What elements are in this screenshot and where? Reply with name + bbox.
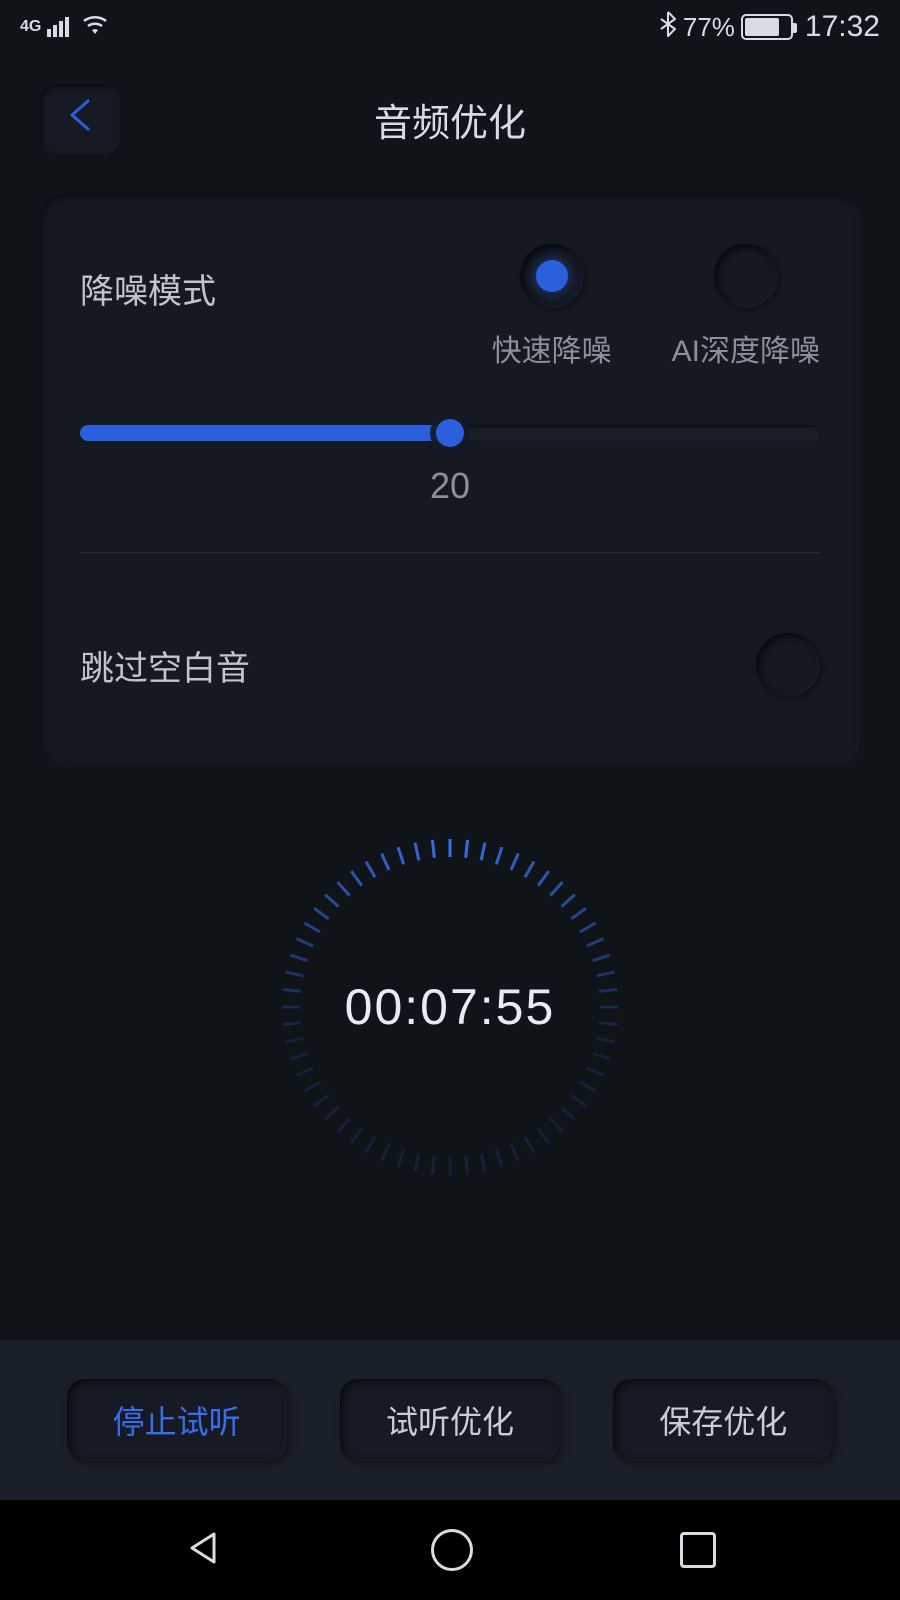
- noise-mode-radio-group: 快速降噪 AI深度降噪: [492, 244, 820, 370]
- save-optimize-button[interactable]: 保存优化: [613, 1379, 833, 1461]
- stop-preview-button[interactable]: 停止试听: [67, 1379, 287, 1461]
- wifi-icon: [81, 12, 109, 43]
- slider-thumb[interactable]: [436, 419, 464, 447]
- back-button[interactable]: [40, 84, 120, 154]
- radio-ai-denoise[interactable]: AI深度降噪: [672, 244, 820, 370]
- network-indicator: 4G: [20, 17, 69, 37]
- bluetooth-icon: [659, 10, 677, 45]
- denoise-slider[interactable]: [80, 425, 820, 441]
- radio-fast-denoise[interactable]: 快速降噪: [492, 244, 612, 370]
- noise-mode-label: 降噪模式: [80, 244, 216, 313]
- triangle-back-icon: [184, 1528, 224, 1568]
- noise-mode-row: 降噪模式 快速降噪 AI深度降噪: [80, 244, 820, 370]
- skip-silence-label: 跳过空白音: [80, 641, 250, 690]
- skip-silence-toggle[interactable]: [756, 633, 820, 697]
- nav-home-button[interactable]: [431, 1529, 473, 1571]
- app-header: 音频优化: [0, 54, 900, 194]
- radio-label: 快速降噪: [492, 326, 612, 370]
- clock-label: 17:32: [805, 10, 880, 44]
- radio-label: AI深度降噪: [672, 326, 820, 370]
- status-bar: 4G 77% 17:32: [0, 0, 900, 54]
- timer-section: 00:07:55: [0, 837, 900, 1177]
- timer-dial: 00:07:55: [280, 837, 620, 1177]
- signal-bars-icon: [47, 17, 69, 37]
- action-bar: 停止试听 试听优化 保存优化: [0, 1340, 900, 1500]
- system-nav-bar: [0, 1500, 900, 1600]
- settings-card: 降噪模式 快速降噪 AI深度降噪 20 跳过空白音: [40, 194, 860, 767]
- slider-value-label: 20: [80, 465, 820, 507]
- status-left: 4G: [20, 12, 109, 43]
- chevron-left-icon: [66, 97, 94, 142]
- network-type-label: 4G: [20, 19, 41, 35]
- page-title: 音频优化: [374, 92, 526, 147]
- slider-fill: [80, 425, 450, 441]
- battery-icon: [741, 14, 793, 40]
- radio-icon: [520, 244, 584, 308]
- skip-silence-row: 跳过空白音: [80, 633, 820, 697]
- denoise-slider-section: 20: [80, 425, 820, 553]
- status-right: 77% 17:32: [659, 10, 880, 45]
- preview-optimize-button[interactable]: 试听优化: [340, 1379, 560, 1461]
- nav-back-button[interactable]: [184, 1528, 224, 1573]
- nav-recent-button[interactable]: [680, 1532, 716, 1568]
- radio-icon: [714, 244, 778, 308]
- battery-percent-label: 77%: [683, 12, 735, 43]
